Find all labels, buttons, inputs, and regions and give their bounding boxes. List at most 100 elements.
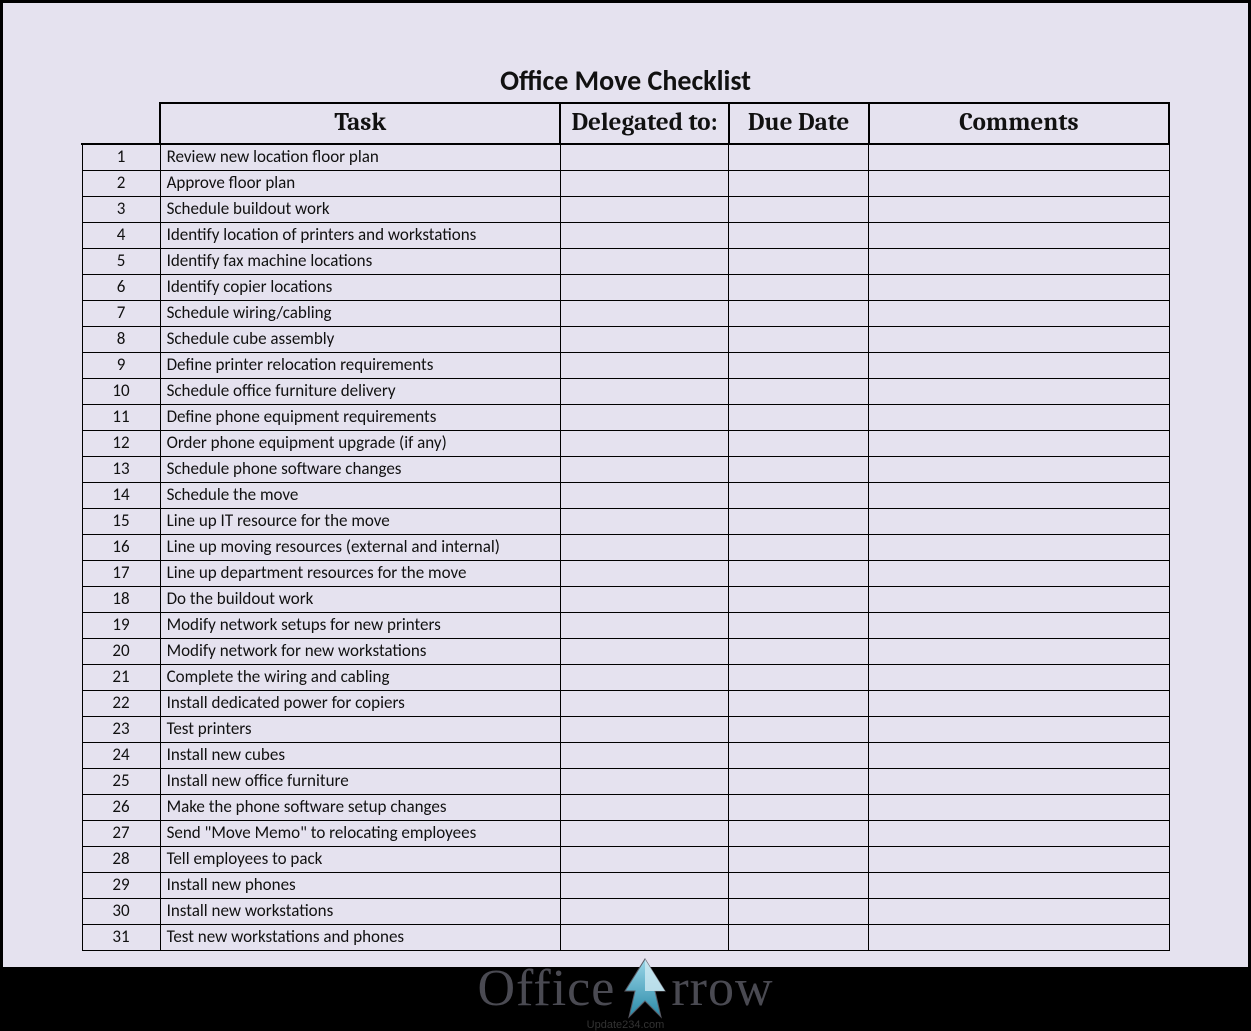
table-row: 25Install new office furniture	[82, 769, 1169, 795]
row-delegated	[560, 509, 728, 535]
row-number: 6	[82, 275, 160, 301]
row-delegated	[560, 353, 728, 379]
arrow-icon	[615, 957, 671, 1021]
row-due	[729, 509, 869, 535]
row-number: 8	[82, 327, 160, 353]
row-task: Install dedicated power for copiers	[160, 691, 560, 717]
row-comments	[869, 405, 1169, 431]
row-comments	[869, 431, 1169, 457]
row-task: Schedule the move	[160, 483, 560, 509]
row-comments	[869, 795, 1169, 821]
row-delegated	[560, 197, 728, 223]
row-delegated	[560, 639, 728, 665]
row-delegated	[560, 899, 728, 925]
row-task: Modify network for new workstations	[160, 639, 560, 665]
row-number: 26	[82, 795, 160, 821]
row-due	[729, 743, 869, 769]
row-number: 21	[82, 665, 160, 691]
row-number: 7	[82, 301, 160, 327]
row-comments	[869, 665, 1169, 691]
row-due	[729, 717, 869, 743]
row-task: Schedule phone software changes	[160, 457, 560, 483]
row-task: Install new phones	[160, 873, 560, 899]
row-delegated	[560, 405, 728, 431]
row-comments	[869, 821, 1169, 847]
row-number: 19	[82, 613, 160, 639]
table-row: 26Make the phone software setup changes	[82, 795, 1169, 821]
row-number: 14	[82, 483, 160, 509]
row-number: 23	[82, 717, 160, 743]
row-comments	[869, 144, 1169, 171]
row-number: 12	[82, 431, 160, 457]
row-comments	[869, 925, 1169, 951]
table-row: 24Install new cubes	[82, 743, 1169, 769]
row-number: 18	[82, 587, 160, 613]
table-row: 13Schedule phone software changes	[82, 457, 1169, 483]
row-due	[729, 327, 869, 353]
row-number: 24	[82, 743, 160, 769]
row-task: Order phone equipment upgrade (if any)	[160, 431, 560, 457]
row-due	[729, 249, 869, 275]
row-task: Do the buildout work	[160, 587, 560, 613]
row-due	[729, 769, 869, 795]
logo-wrap: Office rrow	[81, 957, 1170, 1021]
row-delegated	[560, 587, 728, 613]
row-delegated	[560, 925, 728, 951]
row-due	[729, 483, 869, 509]
table-row: 29Install new phones	[82, 873, 1169, 899]
row-due	[729, 691, 869, 717]
row-task: Define phone equipment requirements	[160, 405, 560, 431]
table-row: 11Define phone equipment requirements	[82, 405, 1169, 431]
row-number: 2	[82, 171, 160, 197]
row-delegated	[560, 743, 728, 769]
row-number: 30	[82, 899, 160, 925]
row-delegated	[560, 665, 728, 691]
row-task: Identify location of printers and workst…	[160, 223, 560, 249]
table-row: 6Identify copier locations	[82, 275, 1169, 301]
row-number: 22	[82, 691, 160, 717]
row-due	[729, 847, 869, 873]
row-number: 13	[82, 457, 160, 483]
table-row: 5Identify fax machine locations	[82, 249, 1169, 275]
officearrow-logo: Office rrow	[477, 957, 773, 1021]
row-delegated	[560, 561, 728, 587]
table-row: 31Test new workstations and phones	[82, 925, 1169, 951]
row-due	[729, 873, 869, 899]
table-row: 9Define printer relocation requirements	[82, 353, 1169, 379]
row-delegated	[560, 301, 728, 327]
row-task: Test new workstations and phones	[160, 925, 560, 951]
row-comments	[869, 327, 1169, 353]
table-row: 28Tell employees to pack	[82, 847, 1169, 873]
row-task: Identify fax machine locations	[160, 249, 560, 275]
row-comments	[869, 509, 1169, 535]
row-due	[729, 561, 869, 587]
row-due	[729, 144, 869, 171]
table-row: 1Review new location floor plan	[82, 144, 1169, 171]
row-delegated	[560, 717, 728, 743]
row-number: 5	[82, 249, 160, 275]
row-number: 29	[82, 873, 160, 899]
row-comments	[869, 899, 1169, 925]
row-number: 4	[82, 223, 160, 249]
table-row: 23Test printers	[82, 717, 1169, 743]
row-comments	[869, 275, 1169, 301]
row-comments	[869, 535, 1169, 561]
logo-word-rrow: rrow	[671, 963, 773, 1015]
row-comments	[869, 587, 1169, 613]
row-task: Install new workstations	[160, 899, 560, 925]
row-due	[729, 795, 869, 821]
row-number: 15	[82, 509, 160, 535]
page-title: Office Move Checklist	[81, 63, 1170, 98]
header-task: Task	[160, 103, 560, 144]
table-row: 21Complete the wiring and cabling	[82, 665, 1169, 691]
row-comments	[869, 691, 1169, 717]
row-due	[729, 925, 869, 951]
row-comments	[869, 171, 1169, 197]
row-due	[729, 899, 869, 925]
row-number: 16	[82, 535, 160, 561]
row-due	[729, 431, 869, 457]
row-comments	[869, 561, 1169, 587]
row-due	[729, 457, 869, 483]
row-task: Install new office furniture	[160, 769, 560, 795]
row-task: Identify copier locations	[160, 275, 560, 301]
